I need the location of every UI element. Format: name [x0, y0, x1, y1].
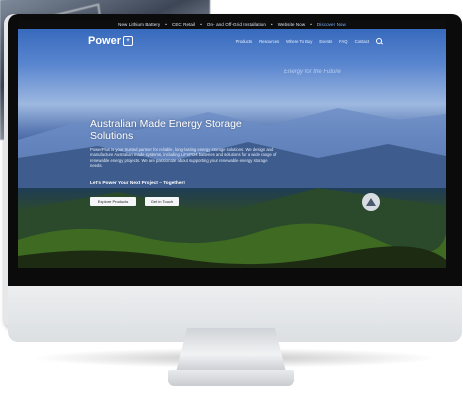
nav-item-where-to-buy[interactable]: Where To Buy	[286, 39, 312, 44]
separator: •	[200, 22, 202, 27]
nav-menu: Products Resources Where To Buy Events F…	[236, 38, 382, 44]
discover-now-link[interactable]: Discover Now	[317, 22, 346, 27]
announcement-bar: New Lithium Battery • CEC Retail • On- a…	[18, 20, 446, 29]
nav-item-faq[interactable]: FAQ	[339, 39, 347, 44]
explore-products-button[interactable]: Explore Products	[90, 197, 136, 206]
announcement-item[interactable]: New Lithium Battery	[118, 22, 160, 27]
get-in-touch-button[interactable]: Get in Touch	[145, 197, 179, 206]
australian-made-badge-icon	[362, 193, 380, 211]
main-navigation: Power + Products Resources Where To Buy …	[18, 29, 446, 53]
triangle-icon	[366, 198, 376, 206]
hero-title: Australian Made Energy Storage Solutions	[90, 118, 242, 142]
search-icon[interactable]	[376, 38, 382, 44]
separator: •	[271, 22, 273, 27]
hero-cta-text: Let's Power Your Next Project – Together…	[90, 181, 185, 186]
hero-tagline: Energy for the Future	[284, 69, 341, 75]
brand-mark: +	[123, 36, 134, 46]
website-hero-screen	[18, 20, 446, 268]
nav-item-events[interactable]: Events	[319, 39, 332, 44]
announcement-item[interactable]: CEC Retail	[172, 22, 195, 27]
monitor-stand-neck	[176, 328, 286, 372]
separator: •	[310, 22, 312, 27]
separator: •	[165, 22, 167, 27]
forest-hills	[18, 188, 446, 268]
hero-description: PowerPlus is your trusted partner for re…	[90, 147, 277, 169]
announcement-item[interactable]: Website Now	[278, 22, 306, 27]
monitor-stand-base	[168, 370, 294, 386]
announcement-item[interactable]: On- and Off-Grid Installation	[207, 22, 266, 27]
nav-item-resources[interactable]: Resources	[259, 39, 279, 44]
nav-item-products[interactable]: Products	[236, 39, 253, 44]
nav-item-contact[interactable]: Contact	[355, 39, 369, 44]
brand-name: Power	[88, 35, 122, 47]
screen-bottom-edge	[18, 268, 446, 272]
brand-logo[interactable]: Power +	[88, 35, 134, 47]
